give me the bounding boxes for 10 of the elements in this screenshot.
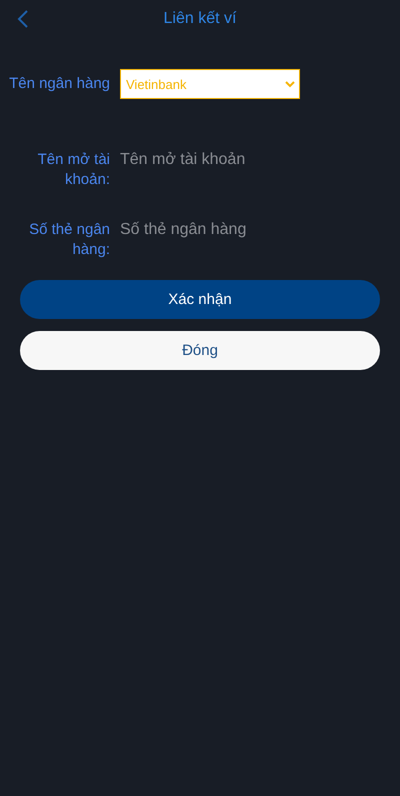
field-label: Tên ngân hàng — [8, 74, 110, 94]
close-button[interactable]: Đóng — [20, 331, 380, 370]
chevron-down-icon — [285, 80, 295, 88]
field-label: Số thẻ ngân hàng: — [28, 220, 110, 260]
page-title: Liên kết ví — [164, 10, 236, 28]
input-field[interactable]: Số thẻ ngân hàng — [120, 220, 370, 240]
back-icon[interactable] — [17, 10, 29, 28]
field-label: Tên mở tài khoản: — [36, 150, 110, 190]
input-field[interactable]: Tên mở tài khoản — [120, 150, 370, 170]
confirm-button[interactable]: Xác nhận — [20, 280, 380, 319]
